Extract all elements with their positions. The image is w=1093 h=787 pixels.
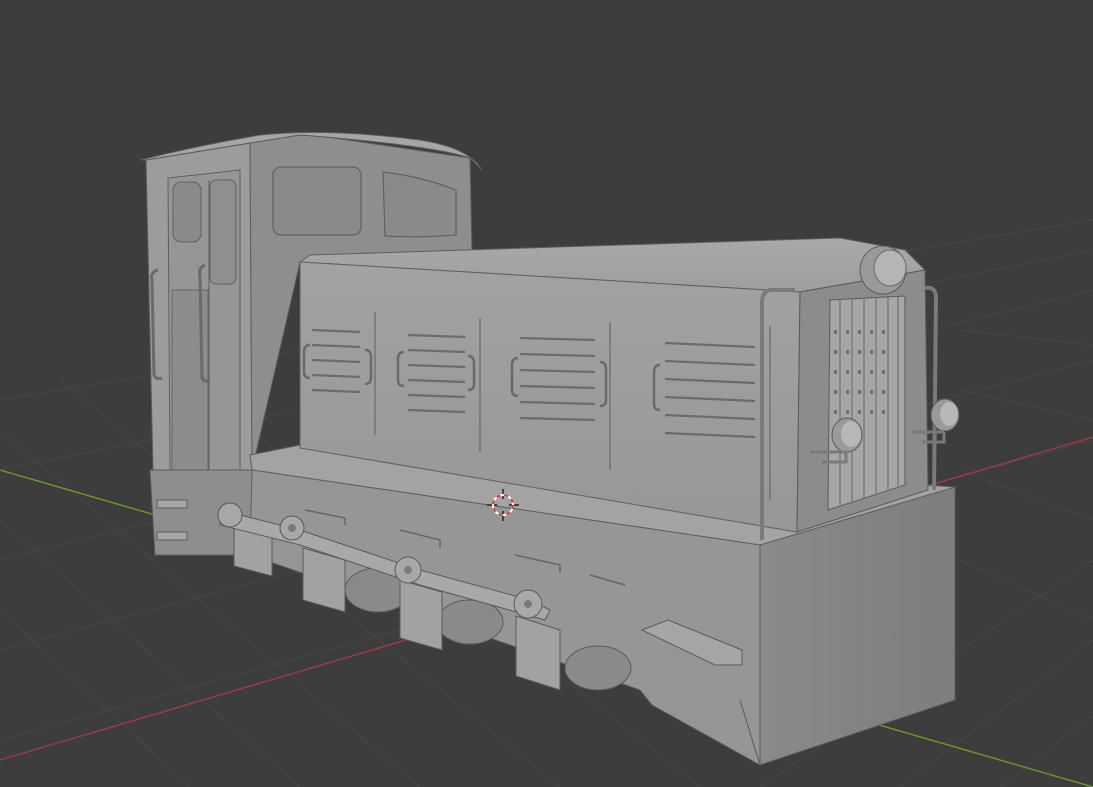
viewport-canvas[interactable] (0, 0, 1093, 787)
cab-window-left (272, 166, 362, 236)
locomotive-model[interactable] (139, 131, 960, 766)
top-headlamp (859, 245, 907, 295)
3d-viewport[interactable] (0, 0, 1093, 787)
cab-door-window-b (209, 179, 237, 285)
radiator-grille (827, 295, 906, 511)
cab-door-window-a (172, 181, 202, 243)
